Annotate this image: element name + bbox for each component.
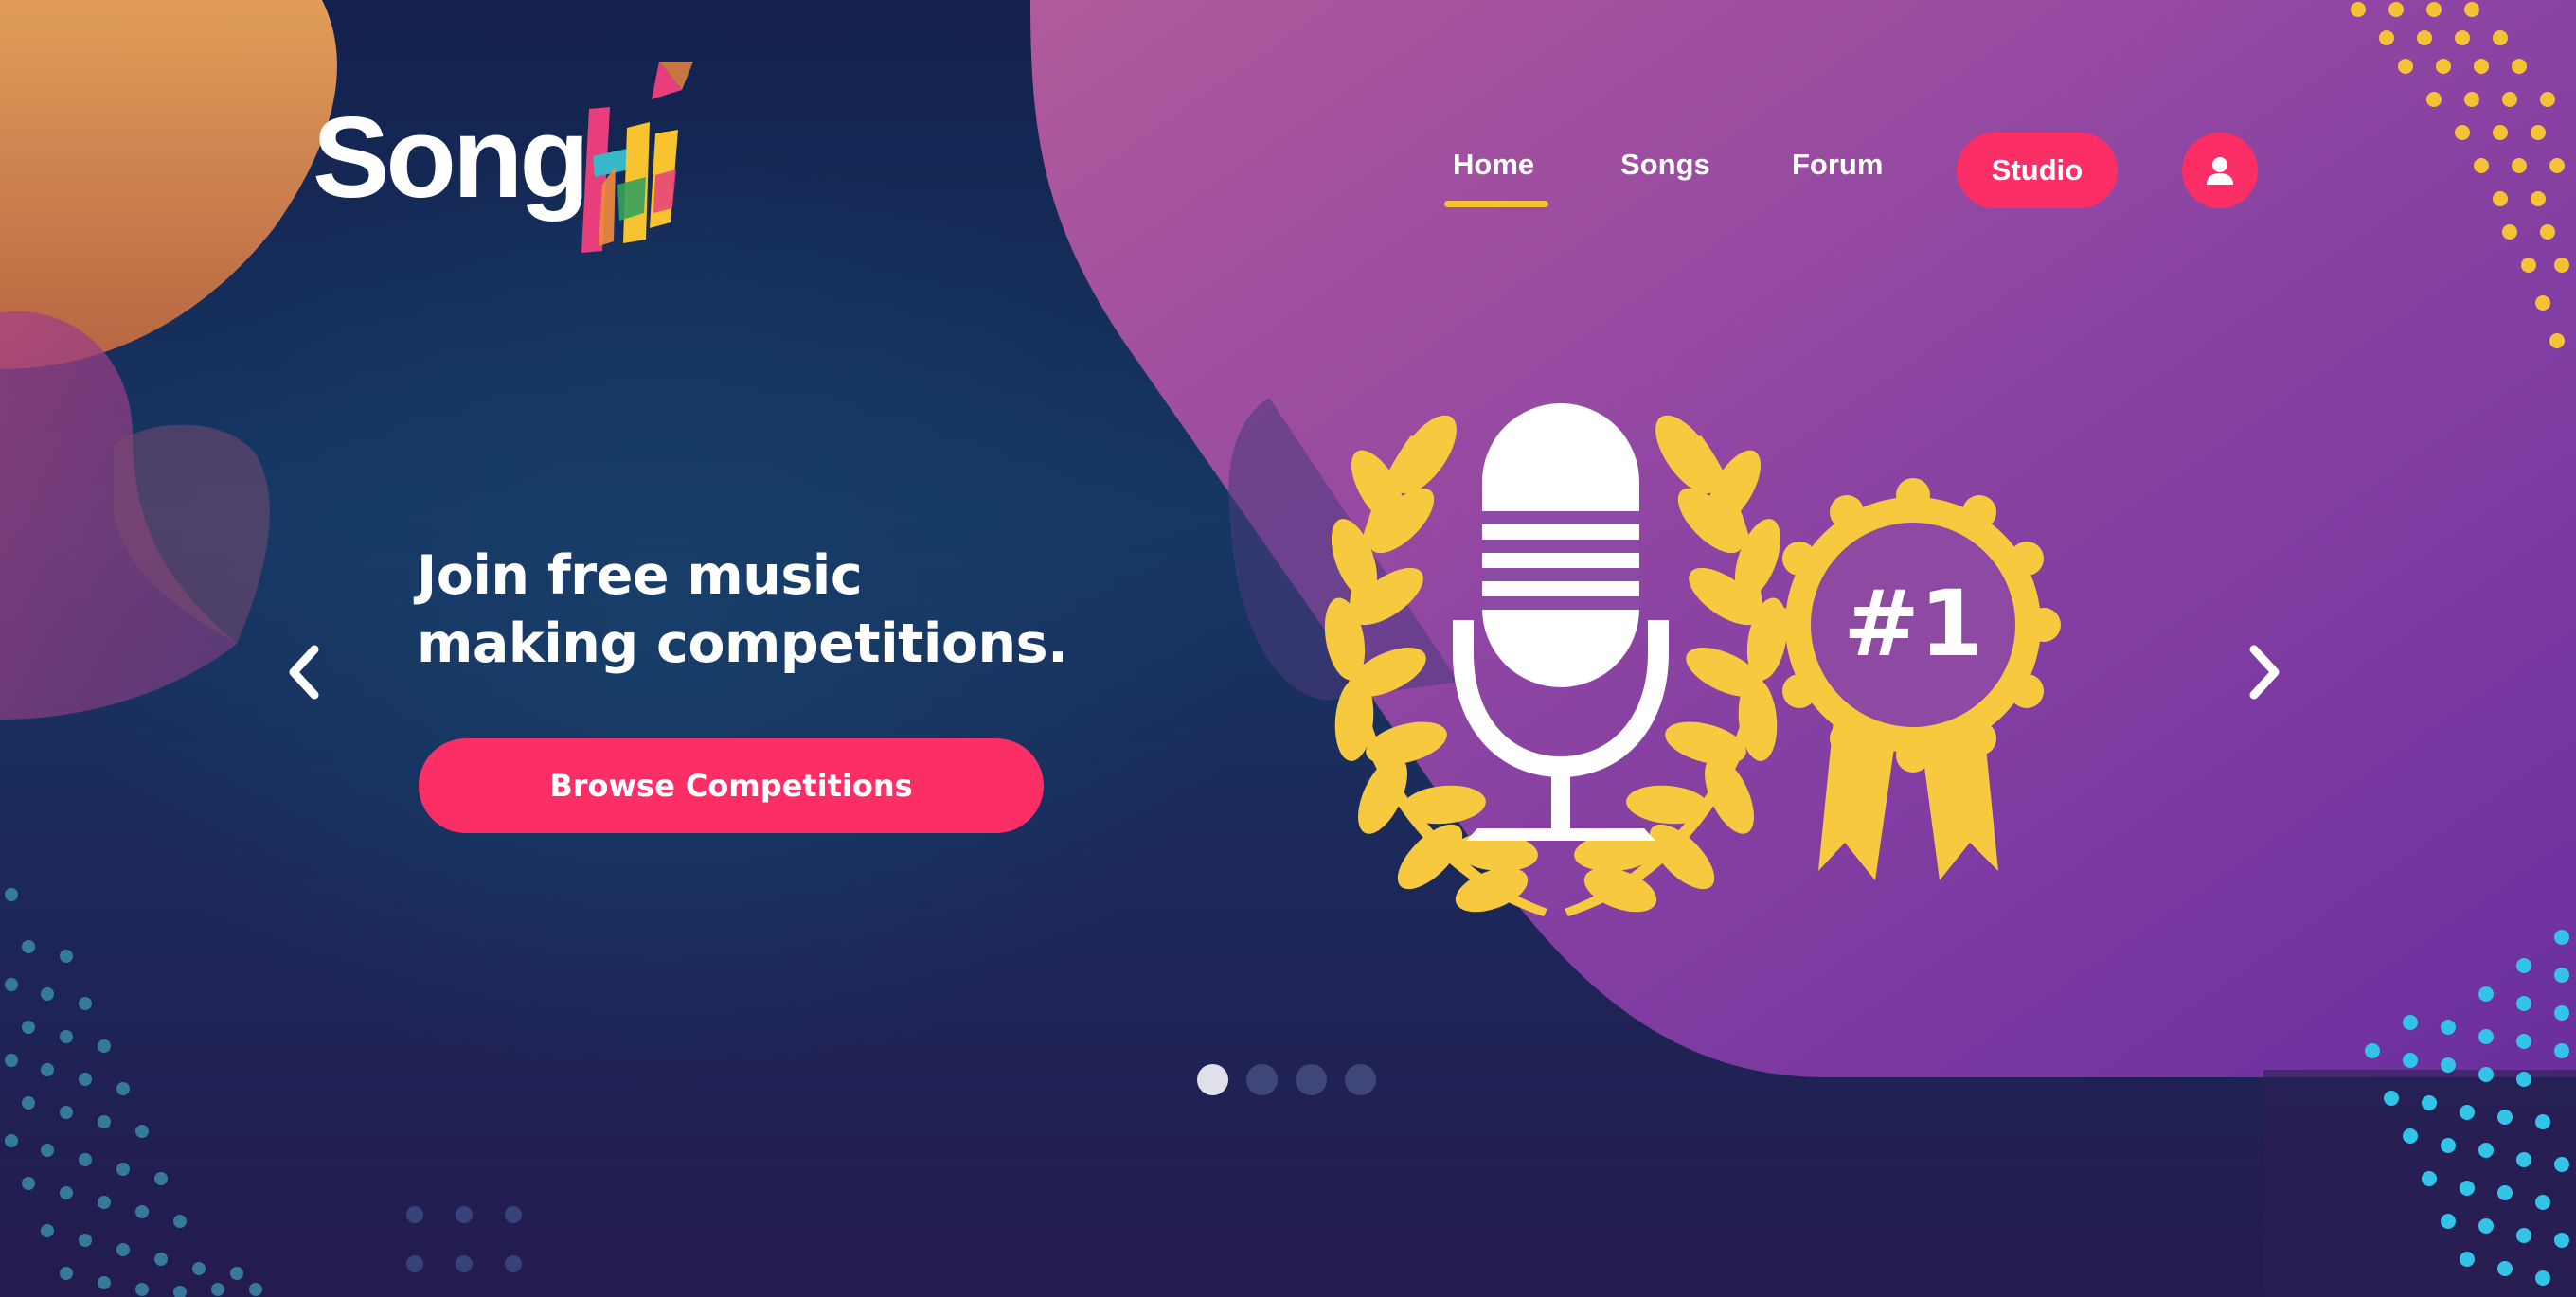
award-badge-text: #1 bbox=[1843, 571, 1982, 677]
user-icon bbox=[2207, 157, 2233, 185]
award-ribbon-icon: #1 bbox=[1765, 478, 2061, 880]
chevron-left-icon bbox=[289, 645, 319, 700]
carousel-prev-button[interactable] bbox=[277, 634, 333, 710]
hero-headline-line1: Join free music bbox=[417, 544, 863, 607]
hero-headline: Join free music making competitions. bbox=[417, 542, 1080, 678]
nav-songs[interactable]: Songs bbox=[1620, 148, 1710, 182]
user-account-button[interactable] bbox=[2182, 133, 2258, 208]
nav-home[interactable]: Home bbox=[1453, 148, 1534, 182]
microphone-icon bbox=[1453, 403, 1669, 841]
hero-section: Song Hi Home Songs Forum Studio bbox=[0, 0, 2576, 1297]
carousel-dot-3[interactable] bbox=[1296, 1064, 1327, 1095]
carousel-dot-4[interactable] bbox=[1345, 1064, 1376, 1095]
logo-hi-text: Hi bbox=[587, 109, 588, 110]
carousel-next-button[interactable] bbox=[2235, 634, 2292, 710]
chevron-right-icon bbox=[2249, 645, 2280, 700]
logo-hi-mark bbox=[581, 62, 693, 253]
nav-forum[interactable]: Forum bbox=[1792, 148, 1883, 182]
carousel-dot-2[interactable] bbox=[1246, 1064, 1278, 1095]
competition-illustration: #1 bbox=[1324, 403, 2061, 916]
carousel-dot-1[interactable] bbox=[1197, 1064, 1228, 1095]
songhi-logo[interactable]: Song Hi bbox=[313, 52, 710, 260]
nav-active-indicator bbox=[1444, 201, 1548, 207]
browse-competitions-button[interactable]: Browse Competitions bbox=[419, 738, 1044, 833]
logo-wordmark: Song bbox=[313, 93, 590, 222]
hero-headline-line2: making competitions. bbox=[417, 613, 1068, 675]
studio-button[interactable]: Studio bbox=[1957, 133, 2118, 208]
